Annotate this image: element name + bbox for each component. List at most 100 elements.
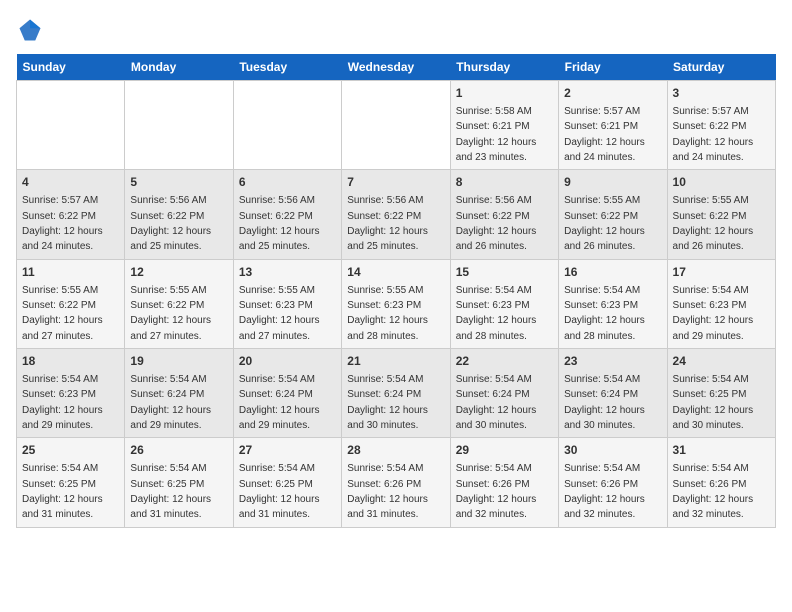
day-detail: Sunrise: 5:54 AM Sunset: 6:26 PM Dayligh… — [347, 463, 428, 520]
calendar-cell: 30 Sunrise: 5:54 AM Sunset: 6:26 PM Dayli… — [559, 438, 667, 527]
day-number: 19 — [130, 353, 227, 370]
calendar-cell — [17, 81, 125, 170]
day-number: 21 — [347, 353, 444, 370]
calendar-cell: 27 Sunrise: 5:54 AM Sunset: 6:25 PM Dayli… — [233, 438, 341, 527]
day-number: 6 — [239, 174, 336, 191]
calendar-cell: 25 Sunrise: 5:54 AM Sunset: 6:25 PM Dayli… — [17, 438, 125, 527]
day-number: 31 — [673, 442, 770, 459]
day-detail: Sunrise: 5:54 AM Sunset: 6:25 PM Dayligh… — [673, 374, 754, 431]
day-detail: Sunrise: 5:55 AM Sunset: 6:22 PM Dayligh… — [22, 285, 103, 342]
calendar-cell: 18Sunrise: 5:54 AM Sunset: 6:23 PM Dayli… — [17, 349, 125, 438]
calendar-week-5: 25 Sunrise: 5:54 AM Sunset: 6:25 PM Dayli… — [17, 438, 776, 527]
weekday-wednesday: Wednesday — [342, 54, 450, 81]
calendar-cell: 21 Sunrise: 5:54 AM Sunset: 6:24 PM Dayli… — [342, 349, 450, 438]
day-number: 29 — [456, 442, 553, 459]
page-header — [16, 16, 776, 44]
calendar-cell: 23 Sunrise: 5:54 AM Sunset: 6:24 PM Dayli… — [559, 349, 667, 438]
weekday-friday: Friday — [559, 54, 667, 81]
calendar-week-4: 18Sunrise: 5:54 AM Sunset: 6:23 PM Dayli… — [17, 349, 776, 438]
day-detail: Sunrise: 5:55 AM Sunset: 6:22 PM Dayligh… — [564, 195, 645, 252]
weekday-saturday: Saturday — [667, 54, 775, 81]
calendar-week-2: 4 Sunrise: 5:57 AM Sunset: 6:22 PM Daylig… — [17, 170, 776, 259]
day-number: 2 — [564, 85, 661, 102]
calendar-cell: 19 Sunrise: 5:54 AM Sunset: 6:24 PM Dayli… — [125, 349, 233, 438]
day-detail: Sunrise: 5:54 AM Sunset: 6:23 PM Dayligh… — [456, 285, 537, 342]
day-detail: Sunrise: 5:57 AM Sunset: 6:22 PM Dayligh… — [673, 106, 754, 163]
calendar-cell — [342, 81, 450, 170]
day-detail: Sunrise: 5:54 AM Sunset: 6:24 PM Dayligh… — [564, 374, 645, 431]
logo-icon — [16, 16, 44, 44]
day-number: 22 — [456, 353, 553, 370]
day-number: 16 — [564, 264, 661, 281]
calendar-cell: 12Sunrise: 5:55 AM Sunset: 6:22 PM Dayli… — [125, 259, 233, 348]
day-number: 26 — [130, 442, 227, 459]
day-detail: Sunrise: 5:57 AM Sunset: 6:21 PM Dayligh… — [564, 106, 645, 163]
day-number: 27 — [239, 442, 336, 459]
day-number: 4 — [22, 174, 119, 191]
calendar-cell: 17Sunrise: 5:54 AM Sunset: 6:23 PM Dayli… — [667, 259, 775, 348]
day-detail: Sunrise: 5:56 AM Sunset: 6:22 PM Dayligh… — [130, 195, 211, 252]
calendar-cell: 9 Sunrise: 5:55 AM Sunset: 6:22 PM Daylig… — [559, 170, 667, 259]
calendar-week-1: 1Sunrise: 5:58 AM Sunset: 6:21 PM Daylig… — [17, 81, 776, 170]
day-detail: Sunrise: 5:55 AM Sunset: 6:22 PM Dayligh… — [130, 285, 211, 342]
calendar-cell: 22Sunrise: 5:54 AM Sunset: 6:24 PM Dayli… — [450, 349, 558, 438]
day-number: 23 — [564, 353, 661, 370]
calendar-cell: 20 Sunrise: 5:54 AM Sunset: 6:24 PM Dayli… — [233, 349, 341, 438]
calendar-cell — [125, 81, 233, 170]
weekday-monday: Monday — [125, 54, 233, 81]
calendar-cell: 7 Sunrise: 5:56 AM Sunset: 6:22 PM Daylig… — [342, 170, 450, 259]
day-number: 14 — [347, 264, 444, 281]
weekday-header-row: SundayMondayTuesdayWednesdayThursdayFrid… — [17, 54, 776, 81]
day-number: 24 — [673, 353, 770, 370]
calendar-cell: 16Sunrise: 5:54 AM Sunset: 6:23 PM Dayli… — [559, 259, 667, 348]
day-detail: Sunrise: 5:54 AM Sunset: 6:25 PM Dayligh… — [239, 463, 320, 520]
calendar-body: 1Sunrise: 5:58 AM Sunset: 6:21 PM Daylig… — [17, 81, 776, 528]
day-detail: Sunrise: 5:54 AM Sunset: 6:24 PM Dayligh… — [347, 374, 428, 431]
calendar-week-3: 11 Sunrise: 5:55 AM Sunset: 6:22 PM Dayli… — [17, 259, 776, 348]
calendar-cell: 8Sunrise: 5:56 AM Sunset: 6:22 PM Daylig… — [450, 170, 558, 259]
calendar-cell: 2 Sunrise: 5:57 AM Sunset: 6:21 PM Daylig… — [559, 81, 667, 170]
calendar-cell: 29 Sunrise: 5:54 AM Sunset: 6:26 PM Dayli… — [450, 438, 558, 527]
calendar-header: SundayMondayTuesdayWednesdayThursdayFrid… — [17, 54, 776, 81]
day-detail: Sunrise: 5:55 AM Sunset: 6:23 PM Dayligh… — [239, 285, 320, 342]
calendar-cell: 14 Sunrise: 5:55 AM Sunset: 6:23 PM Dayli… — [342, 259, 450, 348]
calendar-cell: 11 Sunrise: 5:55 AM Sunset: 6:22 PM Dayli… — [17, 259, 125, 348]
day-number: 30 — [564, 442, 661, 459]
day-detail: Sunrise: 5:57 AM Sunset: 6:22 PM Dayligh… — [22, 195, 103, 252]
calendar-cell: 13 Sunrise: 5:55 AM Sunset: 6:23 PM Dayli… — [233, 259, 341, 348]
day-detail: Sunrise: 5:54 AM Sunset: 6:23 PM Dayligh… — [673, 285, 754, 342]
calendar-cell: 10Sunrise: 5:55 AM Sunset: 6:22 PM Dayli… — [667, 170, 775, 259]
day-number: 5 — [130, 174, 227, 191]
day-number: 1 — [456, 85, 553, 102]
day-number: 7 — [347, 174, 444, 191]
day-detail: Sunrise: 5:54 AM Sunset: 6:24 PM Dayligh… — [130, 374, 211, 431]
day-detail: Sunrise: 5:54 AM Sunset: 6:26 PM Dayligh… — [456, 463, 537, 520]
calendar-cell: 24 Sunrise: 5:54 AM Sunset: 6:25 PM Dayli… — [667, 349, 775, 438]
day-number: 3 — [673, 85, 770, 102]
day-number: 20 — [239, 353, 336, 370]
day-number: 13 — [239, 264, 336, 281]
day-number: 11 — [22, 264, 119, 281]
day-detail: Sunrise: 5:56 AM Sunset: 6:22 PM Dayligh… — [239, 195, 320, 252]
logo — [16, 16, 48, 44]
calendar-cell: 31 Sunrise: 5:54 AM Sunset: 6:26 PM Dayli… — [667, 438, 775, 527]
calendar-cell: 6 Sunrise: 5:56 AM Sunset: 6:22 PM Daylig… — [233, 170, 341, 259]
day-detail: Sunrise: 5:54 AM Sunset: 6:25 PM Dayligh… — [22, 463, 103, 520]
calendar-cell: 28Sunrise: 5:54 AM Sunset: 6:26 PM Dayli… — [342, 438, 450, 527]
day-number: 25 — [22, 442, 119, 459]
day-detail: Sunrise: 5:54 AM Sunset: 6:23 PM Dayligh… — [22, 374, 103, 431]
day-detail: Sunrise: 5:54 AM Sunset: 6:26 PM Dayligh… — [564, 463, 645, 520]
day-detail: Sunrise: 5:54 AM Sunset: 6:24 PM Dayligh… — [239, 374, 320, 431]
calendar-cell: 15 Sunrise: 5:54 AM Sunset: 6:23 PM Dayli… — [450, 259, 558, 348]
day-number: 9 — [564, 174, 661, 191]
day-detail: Sunrise: 5:55 AM Sunset: 6:22 PM Dayligh… — [673, 195, 754, 252]
calendar-cell: 26Sunrise: 5:54 AM Sunset: 6:25 PM Dayli… — [125, 438, 233, 527]
day-number: 8 — [456, 174, 553, 191]
day-detail: Sunrise: 5:55 AM Sunset: 6:23 PM Dayligh… — [347, 285, 428, 342]
calendar-cell: 4 Sunrise: 5:57 AM Sunset: 6:22 PM Daylig… — [17, 170, 125, 259]
day-detail: Sunrise: 5:54 AM Sunset: 6:26 PM Dayligh… — [673, 463, 754, 520]
day-detail: Sunrise: 5:56 AM Sunset: 6:22 PM Dayligh… — [347, 195, 428, 252]
calendar-cell: 3 Sunrise: 5:57 AM Sunset: 6:22 PM Daylig… — [667, 81, 775, 170]
day-number: 15 — [456, 264, 553, 281]
weekday-thursday: Thursday — [450, 54, 558, 81]
